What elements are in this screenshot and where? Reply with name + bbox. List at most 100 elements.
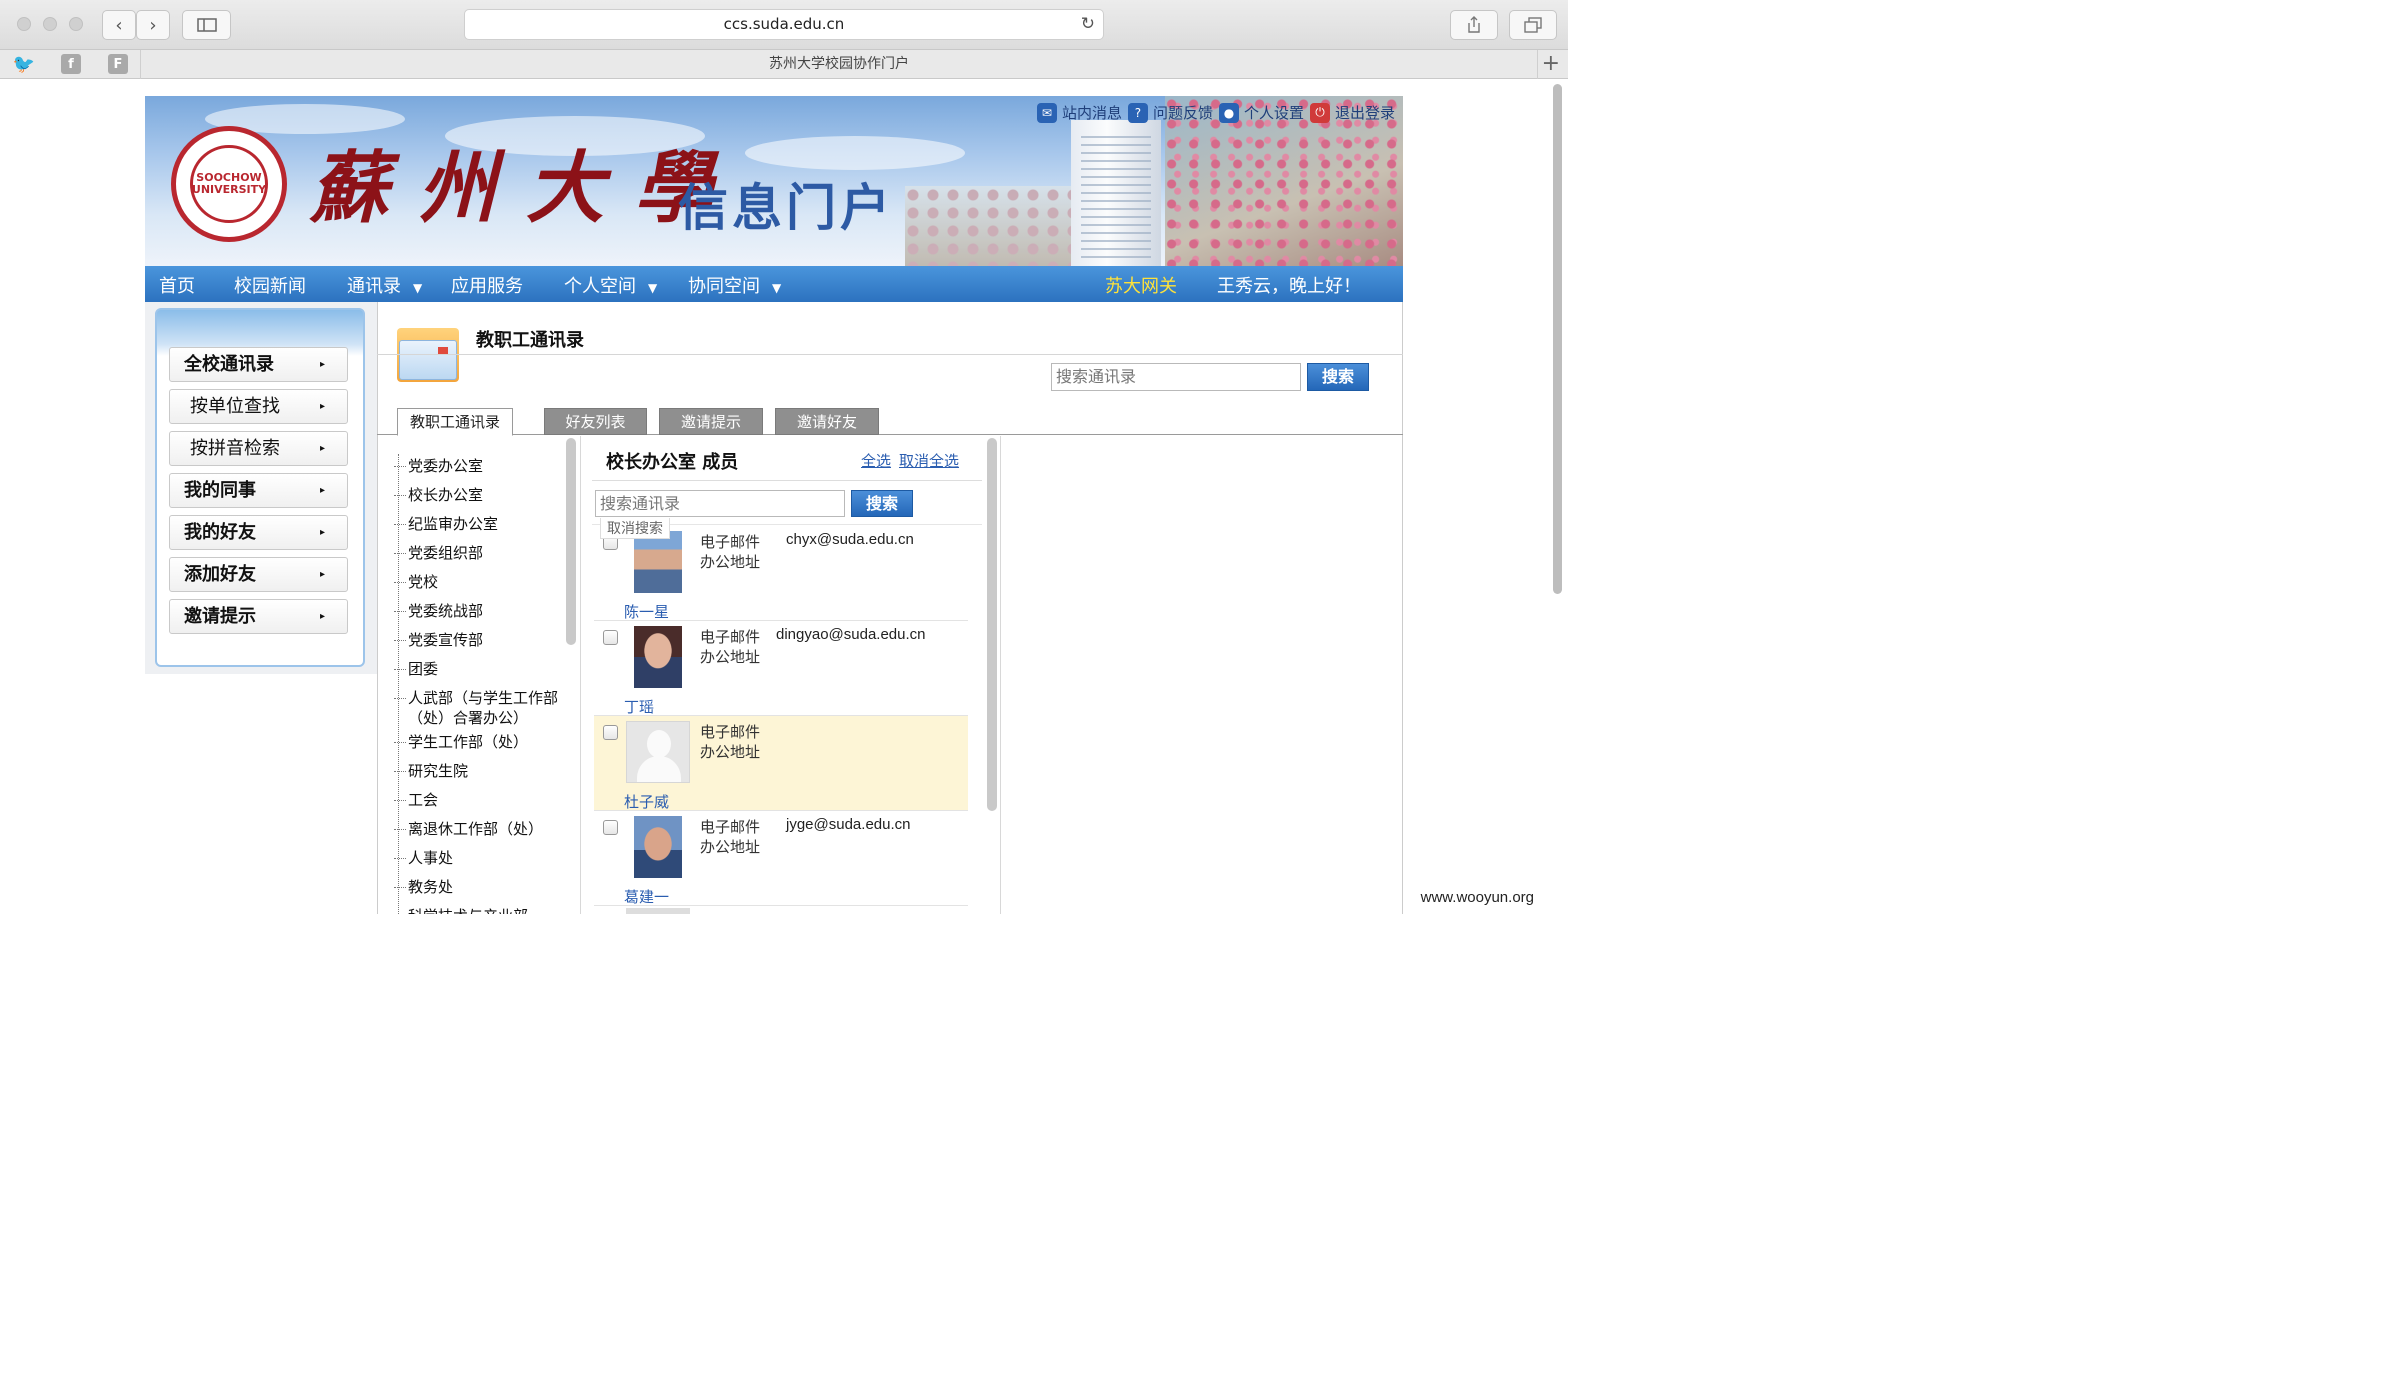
messages-label: 站内消息 — [1061, 104, 1122, 122]
facebook-icon[interactable]: f — [61, 54, 81, 74]
sidebar-item-invitations[interactable]: 邀请提示 ▸ — [169, 599, 348, 634]
cloud-decoration — [745, 136, 965, 170]
forward-button[interactable]: › — [136, 10, 170, 40]
member-name-link[interactable]: 杜子威 — [624, 791, 669, 812]
nav-home[interactable]: 首页 — [159, 272, 195, 298]
tab-friend-list[interactable]: 好友列表 — [544, 408, 647, 435]
tab-title[interactable]: 苏州大学校园协作门户 — [140, 50, 1538, 79]
tab-overview-button[interactable] — [1509, 10, 1557, 40]
department-item[interactable]: 团委 — [394, 655, 558, 684]
page-scrollbar[interactable] — [1550, 82, 1564, 912]
sidebar-toggle-button[interactable] — [182, 10, 231, 40]
member-row[interactable]: 电子邮件 办公地址 杜子威 — [594, 716, 968, 811]
power-icon: ⏻ — [1309, 102, 1330, 123]
watermark: www.wooyun.org — [1420, 889, 1534, 906]
url-text: ccs.suda.edu.cn — [723, 15, 845, 33]
flipboard-icon[interactable]: F — [108, 54, 128, 74]
member-row[interactable]: 电子邮件 办公地址 chyx@suda.edu.cn 陈一星 — [594, 526, 968, 621]
nav-directory[interactable]: 通讯录 ▼ — [347, 272, 422, 298]
sidebar-item-friends[interactable]: 我的好友 ▸ — [169, 515, 348, 550]
department-item[interactable]: 人事处 — [394, 844, 558, 873]
logout-link[interactable]: ⏻ 退出登录 — [1309, 102, 1395, 123]
university-seal-logo[interactable]: SOOCHOW UNIVERSITY — [171, 126, 287, 242]
sidebar-item-label: 我的好友 — [184, 522, 256, 543]
sidebar-item-all-directory[interactable]: 全校通讯录 ▸ — [169, 347, 348, 382]
cancel-search-button[interactable]: 取消搜索 — [600, 518, 670, 539]
divider — [377, 354, 1403, 355]
department-item[interactable]: 工会 — [394, 786, 558, 815]
back-button[interactable]: ‹ — [102, 10, 136, 40]
department-item[interactable]: 学生工作部（处） — [394, 728, 558, 757]
sidebar-item-label: 添加好友 — [184, 564, 256, 585]
triangle-right-icon: ▸ — [319, 443, 325, 454]
directory-search-input[interactable]: 搜索通讯录 — [1051, 363, 1301, 391]
email-label: 电子邮件 — [700, 723, 761, 741]
sidebar-item-colleagues[interactable]: 我的同事 ▸ — [169, 473, 348, 508]
member-search-input[interactable]: 搜索通讯录 — [595, 490, 845, 517]
address-label: 办公地址 — [700, 553, 761, 571]
sidebar-item-by-unit[interactable]: 按单位查找 ▸ — [169, 389, 348, 424]
feedback-label: 问题反馈 — [1152, 104, 1213, 122]
member-row[interactable]: 电子邮件 办公地址 jyge@suda.edu.cn 葛建一 — [594, 811, 968, 906]
unselect-all-link[interactable]: 取消全选 — [899, 450, 959, 471]
department-item[interactable]: 研究生院 — [394, 757, 558, 786]
department-item[interactable]: 科学技术与产业部 — [408, 902, 558, 914]
nav-campus-news[interactable]: 校园新闻 — [234, 272, 306, 298]
tab-invitations[interactable]: 邀请提示 — [659, 408, 763, 435]
member-email[interactable]: chyx@suda.edu.cn — [786, 531, 914, 548]
member-name-link[interactable]: 陈一星 — [624, 601, 669, 622]
member-photo — [626, 908, 690, 914]
nav-collab-space[interactable]: 协同空间 ▼ — [688, 272, 781, 298]
department-item[interactable]: 校长办公室 — [394, 481, 558, 510]
top-links: ✉ 站内消息 ? 问题反馈 ● 个人设置 ⏻ 退出登录 — [1036, 102, 1395, 123]
settings-link[interactable]: ● 个人设置 — [1218, 102, 1304, 123]
zoom-window-button[interactable] — [69, 17, 83, 31]
department-item[interactable]: 党委宣传部 — [394, 626, 558, 655]
member-search-button[interactable]: 搜索 — [851, 490, 913, 517]
member-checkbox[interactable] — [603, 820, 618, 835]
browser-toolbar: ‹ › ccs.suda.edu.cn ↻ — [0, 0, 1568, 50]
messages-link[interactable]: ✉ 站内消息 — [1036, 102, 1122, 123]
twitter-icon[interactable]: 🐦 — [13, 54, 35, 75]
share-button[interactable] — [1450, 10, 1498, 40]
select-all-link[interactable]: 全选 — [861, 450, 891, 471]
department-scrollbar[interactable] — [566, 438, 576, 645]
directory-search-button[interactable]: 搜索 — [1307, 363, 1369, 391]
member-row[interactable]: 电子邮件 办公地址 dingyao@suda.edu.cn 丁瑶 — [594, 621, 968, 716]
settings-label: 个人设置 — [1243, 104, 1304, 122]
reload-icon[interactable]: ↻ — [1081, 10, 1095, 39]
department-item[interactable]: 纪监审办公室 — [394, 510, 558, 539]
department-item[interactable]: 人武部（与学生工作部（处）合署办公） — [394, 684, 558, 728]
chevron-left-icon: ‹ — [115, 14, 123, 36]
new-tab-button[interactable]: + — [1542, 51, 1560, 76]
nav-apps[interactable]: 应用服务 — [451, 272, 523, 298]
department-item[interactable]: 教务处 — [394, 873, 558, 902]
member-email[interactable]: jyge@suda.edu.cn — [786, 816, 910, 833]
members-title: 校长办公室 成员 — [606, 452, 739, 473]
sidebar-item-label: 全校通讯录 — [184, 354, 274, 375]
member-email[interactable]: dingyao@suda.edu.cn — [776, 626, 926, 643]
default-avatar-icon — [626, 721, 690, 783]
department-item[interactable]: 党委办公室 — [394, 452, 558, 481]
department-item[interactable]: 党委统战部 — [394, 597, 558, 626]
address-bar[interactable]: ccs.suda.edu.cn ↻ — [464, 9, 1104, 40]
member-checkbox[interactable] — [603, 725, 618, 740]
feedback-link[interactable]: ? 问题反馈 — [1127, 102, 1213, 123]
close-window-button[interactable] — [17, 17, 31, 31]
nav-personal-space[interactable]: 个人空间 ▼ — [564, 272, 657, 298]
member-checkbox[interactable] — [603, 630, 618, 645]
sidebar-item-add-friend[interactable]: 添加好友 ▸ — [169, 557, 348, 592]
minimize-window-button[interactable] — [43, 17, 57, 31]
nav-gateway-link[interactable]: 苏大网关 — [1105, 272, 1177, 298]
sidebar-item-by-pinyin[interactable]: 按拼音检索 ▸ — [169, 431, 348, 466]
department-item[interactable]: 离退休工作部（处） — [394, 815, 558, 844]
sidebar-icon — [196, 18, 217, 32]
scrollbar-thumb[interactable] — [1553, 84, 1562, 594]
tab-invite-friends[interactable]: 邀请好友 — [775, 408, 879, 435]
member-name-link[interactable]: 丁瑶 — [624, 696, 654, 717]
member-name-link[interactable]: 葛建一 — [624, 886, 669, 907]
department-item[interactable]: 党校 — [394, 568, 558, 597]
department-item[interactable]: 党委组织部 — [394, 539, 558, 568]
members-scrollbar[interactable] — [987, 438, 997, 811]
tab-staff-directory[interactable]: 教职工通讯录 — [397, 408, 513, 436]
